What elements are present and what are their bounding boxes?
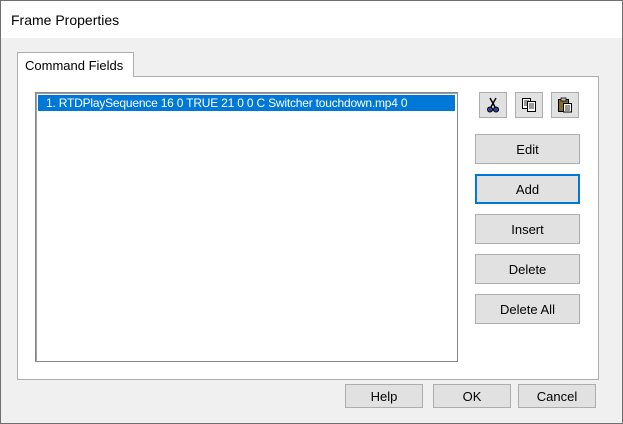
- delete-all-button[interactable]: Delete All: [475, 294, 580, 324]
- help-button[interactable]: Help: [345, 384, 423, 408]
- edit-button[interactable]: Edit: [475, 134, 580, 164]
- cut-button[interactable]: [479, 92, 507, 118]
- command-list[interactable]: 1. RTDPlaySequence 16 0 TRUE 21 0 0 C Sw…: [35, 92, 458, 362]
- tab-command-fields[interactable]: Command Fields: [17, 52, 134, 77]
- title-bar[interactable]: Frame Properties: [1, 1, 622, 38]
- insert-button[interactable]: Insert: [475, 214, 580, 244]
- tab-label: Command Fields: [25, 58, 124, 73]
- list-item-text: 1. RTDPlaySequence 16 0 TRUE 21 0 0 C Sw…: [46, 96, 408, 110]
- ok-button[interactable]: OK: [433, 384, 511, 408]
- paste-icon: [557, 97, 573, 113]
- copy-icon: [521, 97, 537, 113]
- window-title: Frame Properties: [11, 12, 120, 28]
- scissors-icon: [485, 97, 501, 113]
- cancel-button[interactable]: Cancel: [518, 384, 596, 408]
- delete-button[interactable]: Delete: [475, 254, 580, 284]
- paste-button[interactable]: [551, 92, 579, 118]
- copy-button[interactable]: [515, 92, 543, 118]
- list-item[interactable]: 1. RTDPlaySequence 16 0 TRUE 21 0 0 C Sw…: [38, 95, 455, 111]
- add-button[interactable]: Add: [475, 174, 580, 204]
- frame-properties-dialog: Frame Properties Command Fields 1. RTDPl…: [0, 0, 623, 424]
